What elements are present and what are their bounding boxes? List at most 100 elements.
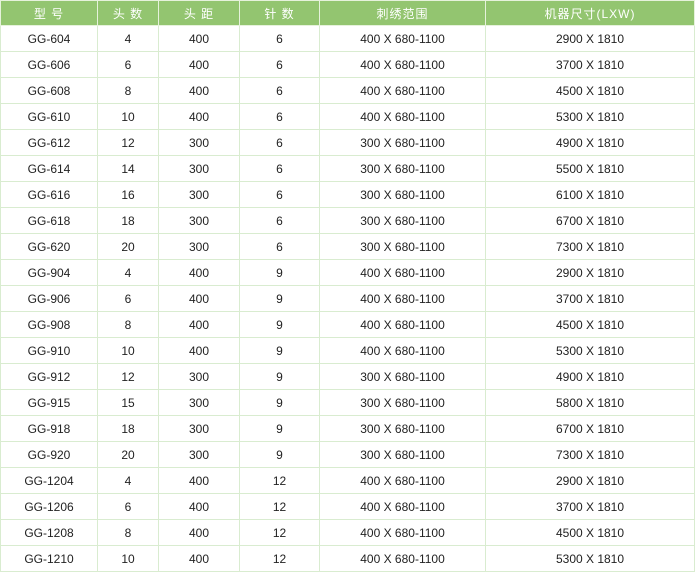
cell-embroidery-area: 300 X 680-1100 (319, 363, 486, 390)
header-model: 型 号 (0, 0, 98, 26)
cell-embroidery-area: 400 X 680-1100 (319, 77, 486, 104)
table-row: GG-606 6 400 6 400 X 680-1100 3700 X 1810 (0, 51, 695, 78)
cell-machine-size: 5500 X 1810 (485, 155, 695, 182)
cell-model: GG-1204 (0, 467, 98, 494)
cell-embroidery-area: 300 X 680-1100 (319, 155, 486, 182)
cell-heads: 20 (97, 441, 159, 468)
cell-model: GG-606 (0, 51, 98, 78)
cell-embroidery-area: 400 X 680-1100 (319, 493, 486, 520)
table-row: GG-906 6 400 9 400 X 680-1100 3700 X 1810 (0, 285, 695, 312)
cell-machine-size: 5300 X 1810 (485, 545, 695, 572)
cell-heads: 12 (97, 129, 159, 156)
cell-needles: 6 (239, 207, 320, 234)
cell-needles: 6 (239, 233, 320, 260)
header-embroidery-area: 刺绣范围 (319, 0, 486, 26)
cell-head-distance: 300 (158, 207, 240, 234)
cell-machine-size: 3700 X 1810 (485, 51, 695, 78)
cell-machine-size: 5300 X 1810 (485, 337, 695, 364)
table-row: GG-612 12 300 6 300 X 680-1100 4900 X 1810 (0, 129, 695, 156)
cell-heads: 6 (97, 285, 159, 312)
cell-model: GG-610 (0, 103, 98, 130)
cell-machine-size: 6700 X 1810 (485, 415, 695, 442)
table-header-row: 型 号 头 数 头 距 针 数 刺绣范围 机器尺寸(LXW) (0, 0, 695, 26)
cell-embroidery-area: 400 X 680-1100 (319, 285, 486, 312)
cell-heads: 8 (97, 311, 159, 338)
cell-heads: 15 (97, 389, 159, 416)
table-row: GG-1206 6 400 12 400 X 680-1100 3700 X 1810 (0, 493, 695, 520)
cell-model: GG-608 (0, 77, 98, 104)
table-row: GG-604 4 400 6 400 X 680-1100 2900 X 1810 (0, 25, 695, 52)
header-heads: 头 数 (97, 0, 159, 26)
cell-embroidery-area: 400 X 680-1100 (319, 51, 486, 78)
cell-head-distance: 300 (158, 389, 240, 416)
table-row: GG-912 12 300 9 300 X 680-1100 4900 X 1810 (0, 363, 695, 390)
cell-model: GG-918 (0, 415, 98, 442)
table-row: GG-920 20 300 9 300 X 680-1100 7300 X 1810 (0, 441, 695, 468)
cell-model: GG-908 (0, 311, 98, 338)
cell-heads: 8 (97, 77, 159, 104)
cell-model: GG-906 (0, 285, 98, 312)
cell-head-distance: 300 (158, 155, 240, 182)
cell-model: GG-604 (0, 25, 98, 52)
table-row: GG-904 4 400 9 400 X 680-1100 2900 X 1810 (0, 259, 695, 286)
cell-head-distance: 300 (158, 415, 240, 442)
cell-needles: 12 (239, 493, 320, 520)
cell-embroidery-area: 400 X 680-1100 (319, 25, 486, 52)
cell-embroidery-area: 400 X 680-1100 (319, 467, 486, 494)
cell-machine-size: 5300 X 1810 (485, 103, 695, 130)
cell-embroidery-area: 300 X 680-1100 (319, 389, 486, 416)
cell-heads: 10 (97, 337, 159, 364)
cell-heads: 8 (97, 519, 159, 546)
cell-head-distance: 400 (158, 103, 240, 130)
table-row: GG-910 10 400 9 400 X 680-1100 5300 X 1810 (0, 337, 695, 364)
cell-needles: 9 (239, 363, 320, 390)
cell-head-distance: 400 (158, 25, 240, 52)
cell-head-distance: 400 (158, 337, 240, 364)
table-row: GG-918 18 300 9 300 X 680-1100 6700 X 1810 (0, 415, 695, 442)
table-row: GG-908 8 400 9 400 X 680-1100 4500 X 1810 (0, 311, 695, 338)
table-row: GG-618 18 300 6 300 X 680-1100 6700 X 1810 (0, 207, 695, 234)
cell-needles: 6 (239, 181, 320, 208)
cell-head-distance: 300 (158, 441, 240, 468)
cell-model: GG-912 (0, 363, 98, 390)
cell-heads: 18 (97, 415, 159, 442)
cell-machine-size: 4500 X 1810 (485, 519, 695, 546)
cell-machine-size: 4500 X 1810 (485, 77, 695, 104)
cell-needles: 6 (239, 155, 320, 182)
table-row: GG-614 14 300 6 300 X 680-1100 5500 X 1810 (0, 155, 695, 182)
cell-needles: 9 (239, 441, 320, 468)
cell-heads: 6 (97, 51, 159, 78)
table-row: GG-1210 10 400 12 400 X 680-1100 5300 X 1810 (0, 545, 695, 572)
header-machine-size: 机器尺寸(LXW) (485, 0, 695, 26)
cell-needles: 12 (239, 545, 320, 572)
cell-head-distance: 400 (158, 519, 240, 546)
cell-embroidery-area: 400 X 680-1100 (319, 259, 486, 286)
cell-model: GG-910 (0, 337, 98, 364)
cell-embroidery-area: 400 X 680-1100 (319, 103, 486, 130)
cell-embroidery-area: 300 X 680-1100 (319, 233, 486, 260)
cell-embroidery-area: 400 X 680-1100 (319, 545, 486, 572)
cell-embroidery-area: 300 X 680-1100 (319, 207, 486, 234)
table-row: GG-610 10 400 6 400 X 680-1100 5300 X 1810 (0, 103, 695, 130)
cell-needles: 6 (239, 25, 320, 52)
cell-head-distance: 300 (158, 129, 240, 156)
cell-machine-size: 6100 X 1810 (485, 181, 695, 208)
spec-table-body: 型 号 头 数 头 距 针 数 刺绣范围 机器尺寸(LXW) GG-604 4 40… (0, 0, 695, 572)
cell-embroidery-area: 300 X 680-1100 (319, 441, 486, 468)
cell-needles: 12 (239, 519, 320, 546)
cell-needles: 9 (239, 337, 320, 364)
cell-model: GG-920 (0, 441, 98, 468)
cell-heads: 4 (97, 25, 159, 52)
cell-machine-size: 7300 X 1810 (485, 441, 695, 468)
cell-heads: 4 (97, 467, 159, 494)
cell-needles: 6 (239, 103, 320, 130)
cell-model: GG-904 (0, 259, 98, 286)
table-row: GG-1208 8 400 12 400 X 680-1100 4500 X 1810 (0, 519, 695, 546)
cell-machine-size: 2900 X 1810 (485, 25, 695, 52)
cell-needles: 9 (239, 285, 320, 312)
cell-needles: 9 (239, 259, 320, 286)
cell-heads: 20 (97, 233, 159, 260)
cell-model: GG-620 (0, 233, 98, 260)
cell-head-distance: 400 (158, 545, 240, 572)
cell-machine-size: 6700 X 1810 (485, 207, 695, 234)
